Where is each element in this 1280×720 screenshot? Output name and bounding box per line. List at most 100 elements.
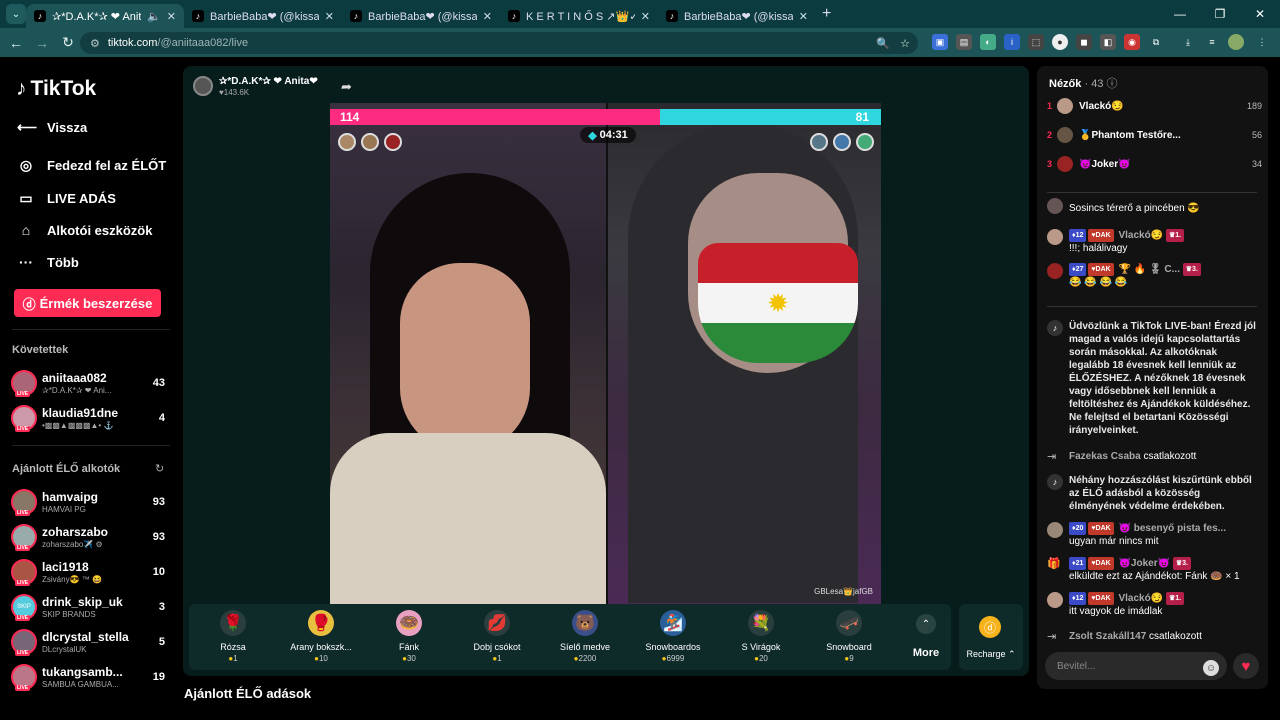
browser-tab[interactable]: ♪ BarbieBaba❤ (@kissabarbie) | ✕: [184, 4, 342, 28]
download-icon[interactable]: ⤓: [1180, 34, 1196, 50]
puzzle-icon[interactable]: ⧉: [1148, 34, 1164, 50]
extension-icon[interactable]: ◼: [1076, 34, 1092, 50]
message-user[interactable]: Vlackó😏: [1118, 593, 1163, 604]
video-right-half: ✹ GBLesa👑jafGB: [608, 103, 881, 604]
avatar[interactable]: [1047, 263, 1063, 279]
help-icon[interactable]: ⓘ: [1107, 78, 1118, 90]
forward-icon[interactable]: →: [30, 35, 54, 51]
emoji-icon[interactable]: ☺: [1203, 660, 1219, 676]
host-name[interactable]: ✰*D.A.K*✰ ❤ Anita❤: [219, 76, 318, 87]
speaker-icon[interactable]: 🔈: [147, 10, 161, 23]
top-viewer[interactable]: 3 😈Joker😈 34: [1047, 155, 1262, 173]
extension-icon[interactable]: i: [1004, 34, 1020, 50]
recommended-account[interactable]: LIVE laci1918 Zsivány😎 ™ 😆 10: [11, 556, 171, 592]
nav-creator-tools[interactable]: ⌂ Alkotói eszközök: [17, 222, 153, 238]
gift-item[interactable]: 🏂 Snowboardos ●6999: [629, 604, 717, 670]
message-user[interactable]: 😈 besenyő pista fes...: [1118, 523, 1226, 534]
back-icon[interactable]: ←: [4, 35, 28, 51]
share-icon[interactable]: ➦: [341, 79, 352, 95]
tab-close-icon[interactable]: ✕: [325, 10, 334, 23]
host-avatar[interactable]: [193, 76, 213, 96]
gift-name: Fánk: [398, 642, 419, 652]
extension-icon[interactable]: ◉: [1124, 34, 1140, 50]
avatar[interactable]: [810, 133, 828, 151]
new-tab-button[interactable]: +: [822, 5, 831, 23]
tab-close-icon[interactable]: ✕: [641, 10, 650, 23]
browser-tab[interactable]: ♪ BarbieBaba❤ (@kissabarbie) | ✕: [342, 4, 500, 28]
extension-icon[interactable]: ▤: [956, 34, 972, 50]
top-viewer[interactable]: 1 Vlackó😏 189: [1047, 97, 1262, 115]
nav-back[interactable]: ⟵ Vissza: [17, 119, 87, 136]
browser-tab-active[interactable]: ♪ ✰*D.A.K*✰ ❤ Anita❤ 🔈 ✕: [26, 4, 184, 28]
gift-item[interactable]: 🍩 Fánk ●30: [365, 604, 453, 670]
tab-close-icon[interactable]: ✕: [483, 10, 492, 23]
tab-search-button[interactable]: ⌄: [6, 4, 26, 24]
avatar[interactable]: [338, 133, 356, 151]
minimize-icon[interactable]: —: [1160, 0, 1200, 28]
message-user[interactable]: 😈Joker😈: [1118, 558, 1170, 569]
message-user[interactable]: Vlackó😏: [1118, 230, 1163, 241]
heart-like-button[interactable]: ♥: [1233, 653, 1259, 679]
zoom-icon[interactable]: 🔍: [876, 37, 890, 50]
extension-icon[interactable]: ◧: [1100, 34, 1116, 50]
extension-icon[interactable]: ⬚: [1028, 34, 1044, 50]
recharge-button[interactable]: ⓓ Recharge ⌃: [959, 604, 1023, 670]
more-gifts-button[interactable]: ⌃ More: [901, 604, 951, 670]
bookmark-star-icon[interactable]: ☆: [900, 37, 910, 50]
tab-close-icon[interactable]: ✕: [799, 10, 808, 23]
site-info-icon[interactable]: ⚙: [90, 37, 100, 50]
media-control-icon[interactable]: ≡: [1204, 34, 1220, 50]
maximize-icon[interactable]: ❐: [1200, 0, 1240, 28]
avatar[interactable]: [856, 133, 874, 151]
gift-item[interactable]: 💐 S Virágok ●20: [717, 604, 805, 670]
nav-live-broadcast[interactable]: ▭ LIVE ADÁS: [17, 190, 115, 207]
tiktok-logo[interactable]: ♪ TikTok: [16, 77, 96, 101]
message-user[interactable]: Fazekas Csaba: [1069, 451, 1141, 462]
browser-tab[interactable]: ♪ BarbieBaba❤ (@kissabarbie) | ✕: [658, 4, 816, 28]
browser-menu-icon[interactable]: ⋮: [1254, 34, 1270, 50]
recommended-account[interactable]: LIVE zoharszabo zoharszabo✈️ ⚙ 93: [11, 521, 171, 557]
live-badge: LIVE: [15, 391, 31, 397]
avatar[interactable]: [1228, 34, 1244, 50]
message-user[interactable]: Zsolt Szakáll147: [1069, 631, 1146, 642]
avatar[interactable]: [384, 133, 402, 151]
nav-explore-live[interactable]: ◎ Fedezd fel az ÉLŐT: [17, 157, 166, 174]
avatar[interactable]: [1047, 592, 1063, 608]
gift-item[interactable]: 🌹 Rózsa ●1: [189, 604, 277, 670]
avatar[interactable]: [361, 133, 379, 151]
gift-item[interactable]: 💋 Dobj csókot ●1: [453, 604, 541, 670]
level-value: 12: [1075, 232, 1084, 239]
live-video[interactable]: ✹ GBLesa👑jafGB 114 81 ◆ 04:31: [330, 103, 881, 604]
url-host: tiktok.com: [107, 37, 158, 49]
extension-icon[interactable]: ●: [1052, 34, 1068, 50]
top-viewer[interactable]: 2 🥇Phantom Testőre... 56: [1047, 126, 1262, 144]
avatar[interactable]: [1047, 229, 1063, 245]
gift-item[interactable]: 🥊 Arany bokszk... ●10: [277, 604, 365, 670]
nav-more[interactable]: ··· Több: [17, 254, 79, 270]
following-account[interactable]: LIVE aniitaaa082 ✰*D.A.K*✰ ❤ Ani... 43: [11, 367, 171, 403]
reload-icon[interactable]: ↻: [56, 34, 80, 51]
gift-item[interactable]: 🛹 Snowboard ●9: [805, 604, 893, 670]
close-window-icon[interactable]: ✕: [1240, 0, 1280, 28]
avatar[interactable]: [1047, 522, 1063, 538]
refresh-icon[interactable]: ↻: [155, 462, 164, 475]
left-sidebar: ♪ TikTok ⟵ Vissza ◎ Fedezd fel az ÉLŐT ▭…: [0, 57, 183, 720]
gift-item[interactable]: 🐻 Síelő medve ●2200: [541, 604, 629, 670]
recommended-account[interactable]: SKIP LIVE drink_skip_uk SKIP BRANDS 3: [11, 591, 171, 627]
live-badge: LIVE: [15, 580, 31, 586]
message-user[interactable]: 🏆 🔥 🎖 C...: [1118, 264, 1180, 275]
account-sub: Zsivány😎 ™ 😆: [42, 575, 102, 584]
chat-input[interactable]: Bevitel...: [1045, 652, 1227, 680]
following-account[interactable]: LIVE klaudia91dne •▩▩▲▩▩▩▲• ⚓ 4: [11, 402, 171, 438]
avatar[interactable]: [833, 133, 851, 151]
recommended-account[interactable]: LIVE hamvaipg HAMVAI PG 93: [11, 486, 171, 522]
recommended-account[interactable]: LIVE tukangsamb... SAMBUA GAMBUA... 19: [11, 661, 171, 697]
address-bar[interactable]: ⚙ tiktok.com /@aniitaaa082/live 🔍 ☆: [80, 32, 918, 54]
extension-icon[interactable]: ◐: [980, 34, 996, 50]
get-coins-button[interactable]: ⓓ Érmék beszerzése: [14, 289, 161, 317]
viewers-header[interactable]: Nézők · 43 ⓘ: [1049, 75, 1118, 91]
tab-close-icon[interactable]: ✕: [167, 10, 176, 23]
extension-icon[interactable]: ▣: [932, 34, 948, 50]
browser-tab[interactable]: ♪ K E R T I N Ő S ↗👑✓ (@ ✕: [500, 4, 658, 28]
recommended-account[interactable]: LIVE dlcrystal_stella DLcrystalUK 5: [11, 626, 171, 662]
